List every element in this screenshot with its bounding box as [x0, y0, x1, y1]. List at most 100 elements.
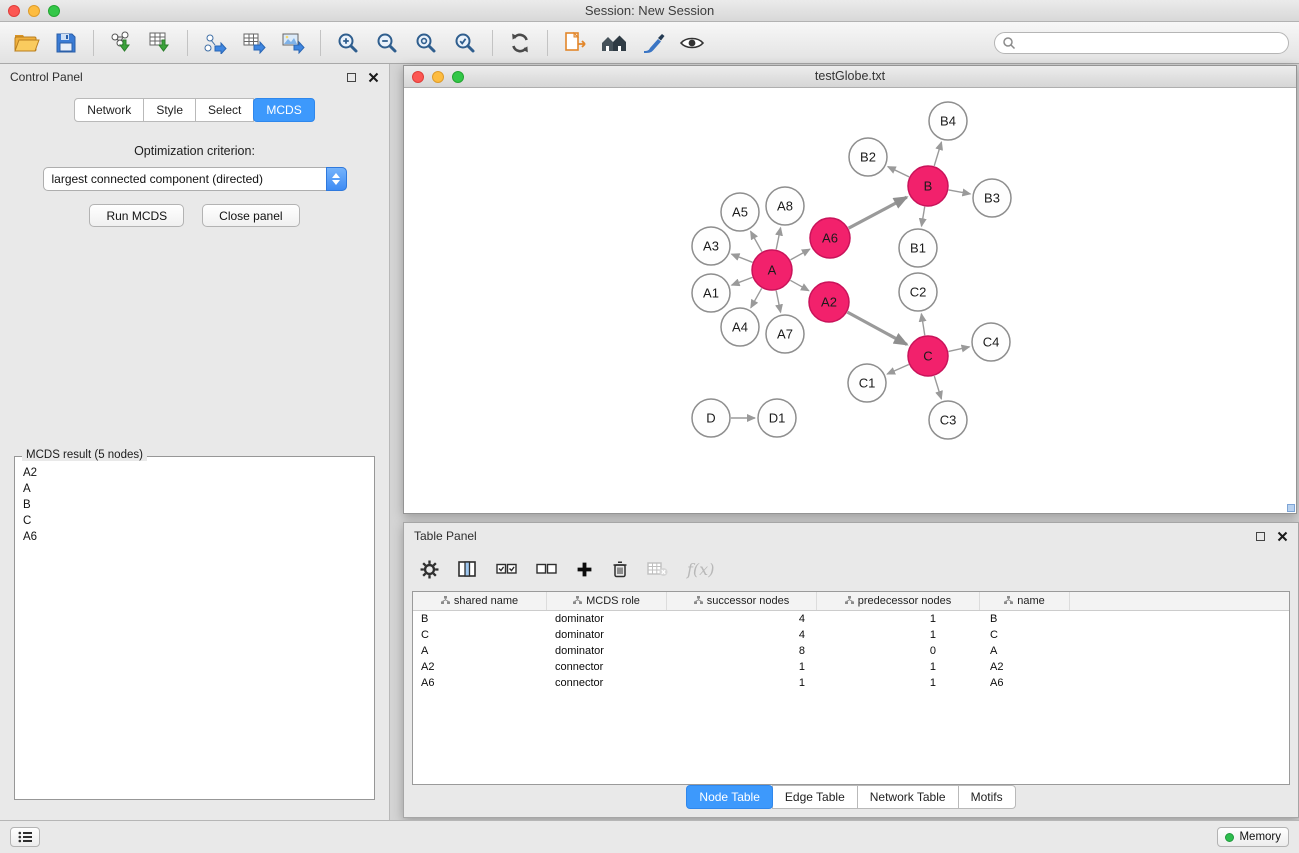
export-table-icon[interactable]	[237, 26, 271, 60]
tab-select[interactable]: Select	[195, 98, 254, 122]
export-image-icon[interactable]	[276, 26, 310, 60]
refresh-icon[interactable]	[503, 26, 537, 60]
graph-edge-A-A1[interactable]	[732, 277, 753, 285]
tab-edge-table[interactable]: Edge Table	[772, 785, 858, 809]
result-item[interactable]: B	[23, 497, 366, 513]
table-cell: 1	[817, 629, 980, 641]
run-mcds-button[interactable]: Run MCDS	[89, 204, 184, 227]
page-arrow-icon[interactable]	[558, 26, 592, 60]
add-row-icon[interactable]	[576, 561, 593, 578]
network-zoom-button[interactable]	[452, 71, 464, 83]
float-panel-icon[interactable]	[1256, 532, 1265, 541]
result-item[interactable]: A2	[23, 465, 366, 481]
settings-gear-icon[interactable]	[420, 560, 439, 579]
zoom-window-button[interactable]	[48, 5, 60, 17]
memory-button[interactable]: Memory	[1217, 827, 1289, 847]
zoom-selected-icon[interactable]	[448, 26, 482, 60]
tab-network[interactable]: Network	[74, 98, 144, 122]
close-panel-button[interactable]: Close panel	[202, 204, 299, 227]
graph-edge-B-B3[interactable]	[949, 190, 971, 194]
eye-icon[interactable]	[675, 26, 709, 60]
graph-edge-A-A2[interactable]	[790, 280, 809, 290]
delete-row-icon[interactable]	[612, 560, 628, 578]
mcds-result-list[interactable]: A2ABCA6	[19, 461, 370, 795]
column-menu-icon[interactable]	[573, 595, 582, 607]
graph-edge-B-B4[interactable]	[934, 142, 941, 166]
graph-edge-A2-C[interactable]	[847, 312, 907, 344]
graph-edge-A6-B[interactable]	[849, 197, 907, 228]
column-menu-icon[interactable]	[441, 595, 450, 607]
homes-icon[interactable]	[597, 26, 631, 60]
table-cell: 8	[667, 645, 817, 657]
graph-edge-A-A8[interactable]	[776, 228, 780, 250]
graph-edge-A-A6[interactable]	[790, 249, 810, 260]
table-row[interactable]: Cdominator41C	[413, 627, 1289, 643]
table-row[interactable]: A2connector11A2	[413, 659, 1289, 675]
tab-mcds[interactable]: MCDS	[253, 98, 314, 122]
resize-grip[interactable]	[1287, 504, 1295, 512]
table-cell: A	[413, 645, 547, 657]
table-body: Bdominator41BCdominator41CAdominator80AA…	[413, 611, 1289, 691]
graph-edge-A-A5[interactable]	[751, 231, 762, 251]
function-builder-icon[interactable]: f(x)	[687, 560, 714, 579]
close-panel-icon[interactable]	[1277, 531, 1288, 542]
tab-node-table[interactable]: Node Table	[686, 785, 773, 809]
column-header-shared-name[interactable]: shared name	[413, 592, 547, 610]
column-header-predecessor-nodes[interactable]: predecessor nodes	[817, 592, 980, 610]
network-graph[interactable]: B4B2BB3A5A8A6B1A3AC2A1A2A4A7C4CC1C3DD1	[404, 88, 1296, 513]
import-network-icon[interactable]	[104, 26, 138, 60]
export-network-icon[interactable]	[198, 26, 232, 60]
result-item[interactable]: C	[23, 513, 366, 529]
result-item[interactable]: A6	[23, 529, 366, 545]
zoom-in-icon[interactable]	[331, 26, 365, 60]
column-icon[interactable]	[458, 560, 477, 578]
save-icon[interactable]	[49, 26, 83, 60]
minimize-window-button[interactable]	[28, 5, 40, 17]
tab-motifs[interactable]: Motifs	[958, 785, 1016, 809]
column-header-successor-nodes[interactable]: successor nodes	[667, 592, 817, 610]
graph-edge-C-C1[interactable]	[887, 365, 909, 375]
search-input[interactable]	[994, 32, 1289, 54]
graph-edge-A-A7[interactable]	[776, 291, 780, 313]
import-table-icon[interactable]	[143, 26, 177, 60]
destroy-table-icon[interactable]	[647, 561, 668, 577]
graph-edge-C-C4[interactable]	[949, 347, 970, 352]
network-window-titlebar[interactable]: testGlobe.txt	[404, 66, 1296, 88]
network-close-button[interactable]	[412, 71, 424, 83]
network-minimize-button[interactable]	[432, 71, 444, 83]
deselect-all-icon[interactable]	[536, 563, 557, 575]
column-menu-icon[interactable]	[845, 595, 854, 607]
graph-node-label-B: B	[924, 179, 933, 194]
table-row[interactable]: Bdominator41B	[413, 611, 1289, 627]
graph-edge-C-C3[interactable]	[934, 376, 941, 399]
close-window-button[interactable]	[8, 5, 20, 17]
column-menu-icon[interactable]	[1004, 595, 1013, 607]
tab-style[interactable]: Style	[143, 98, 196, 122]
column-header-MCDS-role[interactable]: MCDS role	[547, 592, 667, 610]
network-canvas[interactable]: B4B2BB3A5A8A6B1A3AC2A1A2A4A7C4CC1C3DD1	[404, 88, 1296, 513]
zoom-fit-icon[interactable]	[409, 26, 443, 60]
graph-edge-B-B1[interactable]	[922, 207, 925, 227]
column-menu-icon[interactable]	[694, 595, 703, 607]
graph-edge-B-B2[interactable]	[888, 167, 909, 177]
tab-network-table[interactable]: Network Table	[857, 785, 959, 809]
graph-edge-A-A4[interactable]	[751, 288, 762, 308]
task-history-button[interactable]	[10, 827, 40, 847]
toolbar-separator	[492, 30, 493, 56]
graph-edge-A-A3[interactable]	[732, 254, 753, 262]
table-row[interactable]: Adominator80A	[413, 643, 1289, 659]
zoom-out-icon[interactable]	[370, 26, 404, 60]
select-all-glyph	[496, 563, 517, 575]
select-all-icon[interactable]	[496, 563, 517, 575]
column-header-name[interactable]: name	[980, 592, 1070, 610]
optimization-criterion-value: largest connected component (directed)	[52, 172, 263, 186]
graph-edge-C-C2[interactable]	[921, 314, 924, 336]
optimization-criterion-select[interactable]: largest connected component (directed)	[43, 167, 347, 191]
close-panel-icon[interactable]	[368, 72, 379, 83]
float-panel-icon[interactable]	[347, 73, 356, 82]
network-window-title: testGlobe.txt	[404, 66, 1296, 87]
open-folder-icon[interactable]	[10, 26, 44, 60]
result-item[interactable]: A	[23, 481, 366, 497]
table-row[interactable]: A6connector11A6	[413, 675, 1289, 691]
brush-icon[interactable]	[636, 26, 670, 60]
